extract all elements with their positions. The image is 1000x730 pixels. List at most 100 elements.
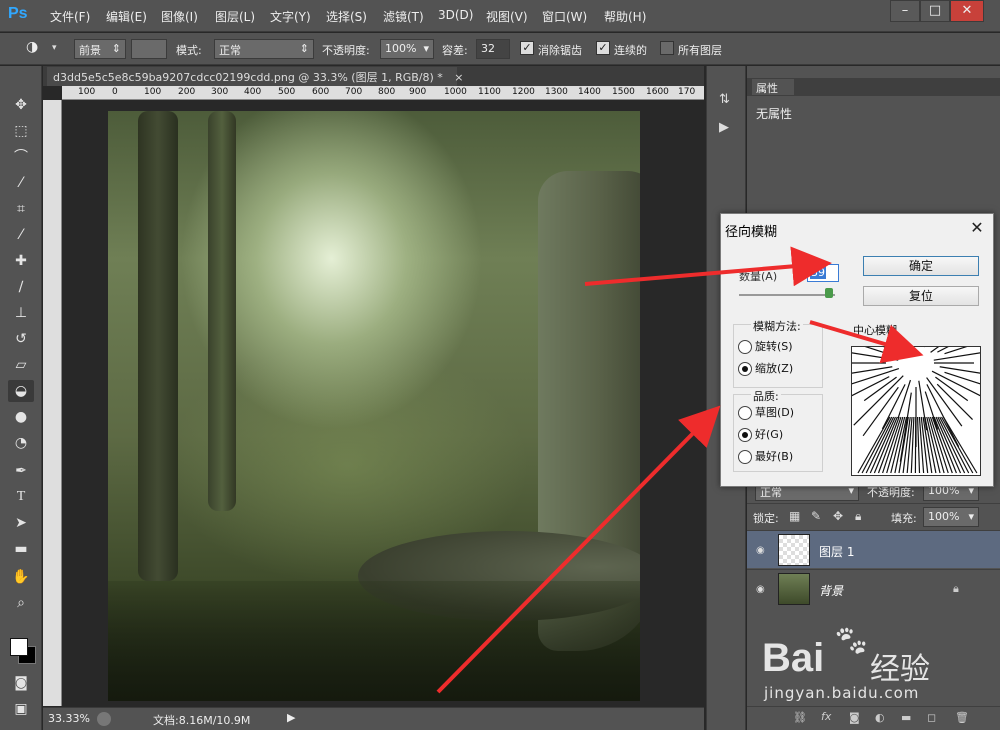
- move-tool-icon[interactable]: ✥: [8, 94, 34, 116]
- radio-best[interactable]: 最好(B): [738, 448, 793, 464]
- radio-button[interactable]: [738, 450, 752, 464]
- forest-image[interactable]: [108, 111, 640, 701]
- blur-ray: [853, 375, 904, 426]
- ruler-tick: 1300: [545, 87, 568, 97]
- lock-transparent-icon[interactable]: ▦: [789, 509, 800, 523]
- blur-method-title: 模糊方法:: [751, 318, 803, 334]
- layer-lock-icon: 🔒︎: [953, 582, 959, 595]
- amount-slider-track[interactable]: [739, 294, 835, 296]
- radio-spin[interactable]: 旋转(S): [738, 338, 793, 354]
- properties-tab[interactable]: 属性: [752, 79, 794, 95]
- brush-tool-icon[interactable]: ∕: [8, 276, 34, 298]
- ok-button[interactable]: 确定: [863, 256, 979, 276]
- path-select-tool-icon[interactable]: ➤: [8, 512, 34, 534]
- paint-bucket-tool-icon[interactable]: ◒: [8, 380, 34, 402]
- eyedropper-tool-icon[interactable]: ⁄: [8, 224, 34, 246]
- pen-tool-icon[interactable]: ✒: [8, 460, 34, 482]
- reset-button[interactable]: 复位: [863, 286, 979, 306]
- radio-button[interactable]: [738, 428, 752, 442]
- layer-row-background[interactable]: ◉ 背景 🔒︎: [747, 569, 1000, 607]
- horizontal-ruler: 100 0 100 200 300 400 500 600 700 800 90…: [62, 86, 704, 100]
- radio-button[interactable]: [738, 406, 752, 420]
- menu-help[interactable]: 帮助(H): [604, 8, 646, 25]
- hand-tool-icon[interactable]: ✋: [8, 566, 34, 588]
- tree-trunk-left: [138, 111, 178, 581]
- radio-good[interactable]: 好(G): [738, 426, 783, 442]
- minimize-button[interactable]: –: [890, 0, 920, 22]
- radio-button[interactable]: [738, 340, 752, 354]
- amount-slider-handle[interactable]: [825, 288, 833, 298]
- radio-draft[interactable]: 草图(D): [738, 404, 794, 420]
- all-layers-checkbox[interactable]: [660, 41, 674, 55]
- menu-select[interactable]: 选择(S): [326, 8, 367, 25]
- menu-view[interactable]: 视图(V): [486, 8, 528, 25]
- status-menu-arrow-icon[interactable]: ▶: [287, 711, 295, 724]
- mode-select[interactable]: 正常 ⇕: [214, 39, 314, 59]
- blend-mode-value: 正常: [760, 486, 782, 499]
- radio-zoom[interactable]: 缩放(Z): [738, 360, 793, 376]
- restore-button[interactable]: □: [920, 0, 950, 22]
- chevron-down-icon: ⇕: [111, 42, 121, 55]
- opacity-input[interactable]: 100% ▾: [380, 39, 434, 59]
- blur-center-preview[interactable]: [823, 270, 1000, 476]
- zoom-tool-icon[interactable]: ⌕: [8, 592, 34, 614]
- actions-panel-icon[interactable]: ▶: [719, 120, 729, 135]
- adjustment-layer-icon[interactable]: ◐: [875, 711, 885, 724]
- eraser-tool-icon[interactable]: ▱: [8, 354, 34, 376]
- layer-row-layer1[interactable]: ◉ 图层 1: [747, 530, 1000, 568]
- tolerance-input[interactable]: 32: [476, 39, 510, 59]
- close-tab-icon[interactable]: ×: [454, 71, 463, 84]
- fill-input[interactable]: 100% ▾: [923, 507, 979, 527]
- radio-button[interactable]: [738, 362, 752, 376]
- menu-type[interactable]: 文字(Y): [270, 8, 311, 25]
- menu-edit[interactable]: 编辑(E): [106, 8, 147, 25]
- healing-brush-tool-icon[interactable]: ✚: [8, 250, 34, 272]
- menu-filter[interactable]: 滤镜(T): [383, 8, 424, 25]
- zoom-level[interactable]: 33.33%: [48, 712, 90, 725]
- menu-window[interactable]: 窗口(W): [542, 8, 587, 25]
- crop-tool-icon[interactable]: ⌗: [8, 198, 34, 220]
- new-layer-icon[interactable]: ◻: [927, 711, 936, 724]
- paint-bucket-icon[interactable]: ◑: [26, 39, 46, 59]
- type-tool-icon[interactable]: T: [8, 486, 34, 508]
- blur-tool-icon[interactable]: ●: [8, 406, 34, 428]
- delete-layer-icon[interactable]: 🗑︎: [955, 711, 969, 724]
- rectangle-tool-icon[interactable]: ▬: [8, 538, 34, 560]
- menu-layer[interactable]: 图层(L): [215, 8, 255, 25]
- radio-label: 好(G): [755, 428, 784, 441]
- fill-source-select[interactable]: 前景 ⇕: [74, 39, 126, 59]
- clone-stamp-tool-icon[interactable]: ⊥: [8, 302, 34, 324]
- lasso-tool-icon[interactable]: ⌒: [8, 146, 34, 168]
- status-icon[interactable]: [97, 712, 111, 726]
- menu-image[interactable]: 图像(I): [161, 8, 198, 25]
- visibility-eye-icon[interactable]: ◉: [756, 584, 765, 595]
- history-brush-tool-icon[interactable]: ↺: [8, 328, 34, 350]
- lock-all-icon[interactable]: 🔒︎: [855, 509, 861, 524]
- amount-label: 数量(A): [739, 270, 778, 283]
- visibility-eye-icon[interactable]: ◉: [756, 545, 765, 556]
- chevron-down-icon: ⇕: [299, 42, 309, 55]
- lock-position-icon[interactable]: ✥: [833, 509, 843, 523]
- link-layers-icon[interactable]: ⛓: [793, 711, 807, 724]
- foreground-color-swatch[interactable]: [10, 638, 28, 656]
- history-panel-icon[interactable]: ⇅: [719, 92, 730, 107]
- contiguous-checkbox[interactable]: ✓: [596, 41, 610, 55]
- menu-file[interactable]: 文件(F): [50, 8, 90, 25]
- document-tab[interactable]: d3dd5e5c5e8c59ba9207cdcc02199cdd.png @ 3…: [47, 67, 464, 86]
- amount-input[interactable]: 39: [807, 264, 839, 282]
- fill-source-value: 前景: [79, 44, 101, 57]
- quick-mask-icon[interactable]: ◙: [8, 672, 34, 694]
- dialog-close-icon[interactable]: ✕: [965, 216, 989, 240]
- new-group-icon[interactable]: ▬: [901, 711, 911, 724]
- antialias-checkbox[interactable]: ✓: [520, 41, 534, 55]
- menu-3d[interactable]: 3D(D): [438, 8, 473, 22]
- screen-mode-icon[interactable]: ▣: [8, 698, 34, 720]
- marquee-tool-icon[interactable]: ⬚: [8, 120, 34, 142]
- add-mask-icon[interactable]: ◙: [849, 711, 860, 724]
- close-window-button[interactable]: ✕: [950, 0, 984, 22]
- pattern-picker[interactable]: [131, 39, 167, 59]
- tool-preset-chevron-icon[interactable]: ▾: [52, 43, 57, 53]
- lock-pixels-icon[interactable]: ✎: [811, 509, 821, 523]
- quick-select-tool-icon[interactable]: ⁄: [8, 172, 34, 194]
- dodge-tool-icon[interactable]: ◔: [8, 432, 34, 454]
